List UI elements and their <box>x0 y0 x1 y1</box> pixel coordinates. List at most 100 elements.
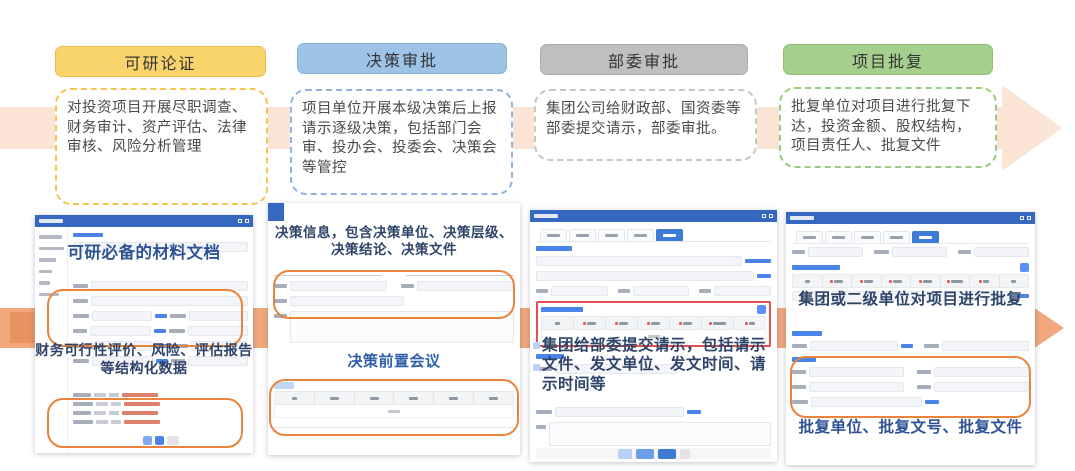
close-icon[interactable] <box>1027 216 1031 220</box>
stage-desc-feasibility: 对投资项目开展尽职调查、财务审计、资产评估、法律审核、风险分析管理 <box>55 88 268 205</box>
input-field[interactable] <box>90 326 151 336</box>
action-button[interactable] <box>658 449 676 459</box>
window-title-text <box>534 214 558 218</box>
window-title-text <box>790 216 814 220</box>
link-text[interactable] <box>154 329 166 333</box>
link-text[interactable] <box>901 344 913 348</box>
field-label <box>699 289 711 293</box>
form-row <box>73 233 248 237</box>
maximize-icon[interactable] <box>238 219 242 223</box>
tab[interactable] <box>796 231 823 243</box>
input-field[interactable] <box>942 341 1030 351</box>
red-link-text[interactable] <box>124 402 160 406</box>
underline-input[interactable] <box>274 268 382 276</box>
input-field[interactable] <box>536 256 742 266</box>
input-field[interactable] <box>188 326 249 336</box>
input-field[interactable] <box>91 281 248 291</box>
input-field[interactable] <box>714 286 771 296</box>
input-field[interactable] <box>892 247 947 257</box>
tab[interactable] <box>540 229 567 241</box>
sidebar-item[interactable] <box>39 281 50 285</box>
link-text[interactable] <box>687 410 701 414</box>
add-icon[interactable] <box>1020 263 1029 272</box>
input-field[interactable] <box>92 311 152 321</box>
link-text[interactable] <box>757 274 771 278</box>
tab-active[interactable] <box>912 231 939 243</box>
input-field[interactable] <box>974 247 1029 257</box>
bottom-flow-arrow-accent <box>10 312 34 343</box>
sidebar-item[interactable] <box>39 270 52 274</box>
form-row <box>73 420 248 424</box>
tab[interactable] <box>598 229 625 241</box>
input-field[interactable] <box>808 247 863 257</box>
close-icon[interactable] <box>245 219 249 223</box>
tab[interactable] <box>854 231 881 243</box>
field-label <box>958 250 971 254</box>
close-icon[interactable] <box>769 214 773 218</box>
red-link-text[interactable] <box>124 420 160 424</box>
input-field[interactable] <box>555 407 684 417</box>
page-button[interactable] <box>155 436 164 445</box>
input-field[interactable] <box>934 367 1029 377</box>
field-label <box>792 400 808 404</box>
textarea-field[interactable] <box>290 311 514 343</box>
section-title-text <box>792 265 840 270</box>
action-button[interactable] <box>636 449 654 459</box>
sidebar-item[interactable] <box>39 293 59 297</box>
page-size-select[interactable] <box>167 436 179 445</box>
input-field[interactable] <box>551 286 608 296</box>
form-row <box>792 382 1029 392</box>
field-label <box>274 314 287 318</box>
input-field[interactable] <box>536 271 754 281</box>
action-button[interactable] <box>680 449 690 459</box>
action-button[interactable] <box>618 449 632 459</box>
red-link-text[interactable] <box>122 411 158 415</box>
link-text[interactable] <box>73 233 103 237</box>
link-text[interactable] <box>925 400 939 404</box>
input-field[interactable] <box>810 341 898 351</box>
input-field[interactable] <box>290 281 387 291</box>
input-field[interactable] <box>189 311 249 321</box>
window-controls[interactable] <box>762 214 773 218</box>
section-header <box>792 263 1029 272</box>
underline-input[interactable] <box>406 268 514 276</box>
input-field[interactable] <box>633 286 690 296</box>
maximize-icon[interactable] <box>762 214 766 218</box>
tab[interactable] <box>569 229 596 241</box>
field-label <box>536 410 552 414</box>
add-icon[interactable] <box>757 305 766 314</box>
tab[interactable] <box>627 229 654 241</box>
input-field[interactable] <box>417 281 514 291</box>
callout-approval-fields: 批复单位、批复文号、批复文件 <box>796 418 1025 437</box>
value-text <box>96 402 108 406</box>
form-row <box>274 268 514 276</box>
add-button[interactable] <box>274 382 294 389</box>
link-text[interactable] <box>155 314 167 318</box>
column-header <box>852 275 882 287</box>
tab-active[interactable] <box>656 229 683 241</box>
red-link-text[interactable] <box>122 393 158 397</box>
page-button[interactable] <box>143 436 152 445</box>
window-footer <box>536 448 771 459</box>
input-field[interactable] <box>811 397 922 407</box>
input-field[interactable] <box>809 382 904 392</box>
tab[interactable] <box>825 231 852 243</box>
sidebar-item[interactable] <box>39 235 62 239</box>
section-title-text <box>792 357 816 362</box>
form-row <box>536 286 771 296</box>
checkbox-icon[interactable] <box>533 364 540 371</box>
window-controls[interactable] <box>238 219 249 223</box>
tab[interactable] <box>883 231 910 243</box>
input-field[interactable] <box>91 296 248 306</box>
link-text[interactable] <box>745 259 771 263</box>
maximize-icon[interactable] <box>1020 216 1024 220</box>
spacer <box>611 290 615 291</box>
checkbox-icon[interactable] <box>533 342 540 349</box>
callout-pre-meeting: 决策前置会议 <box>268 353 520 372</box>
window-controls[interactable] <box>1020 216 1031 220</box>
input-field[interactable] <box>934 382 1029 392</box>
input-field[interactable] <box>809 367 904 377</box>
textarea-field[interactable] <box>549 422 771 446</box>
value-text <box>94 393 106 397</box>
input-field[interactable] <box>290 296 404 306</box>
